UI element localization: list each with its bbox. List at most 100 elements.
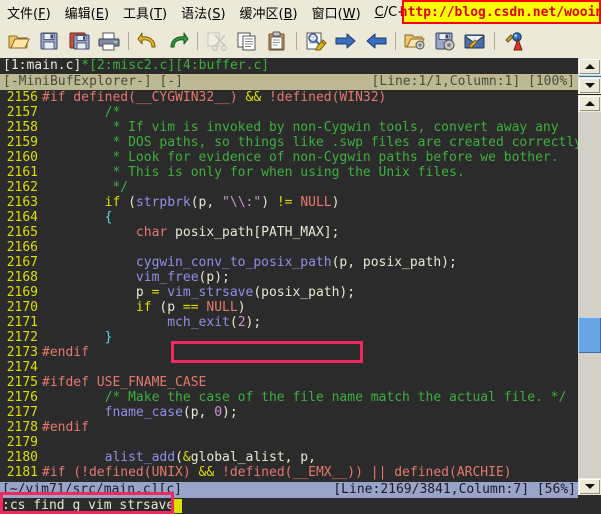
line-text: /*: [42, 105, 578, 120]
code-line[interactable]: 2177 fname_case(p, 0);: [0, 405, 578, 420]
toolbar-separator: [292, 26, 301, 56]
line-text: #ifdef USE_FNAME_CASE: [42, 375, 578, 390]
code-line[interactable]: 2163 if (strpbrk(p, "\\:") != NULL): [0, 195, 578, 210]
minibufexplorer-status-right: [Line:1/1,Column:1] [100%]: [372, 74, 576, 90]
toolbar-button-find-replace[interactable]: [301, 26, 331, 56]
toolbar-button-undo[interactable]: [133, 26, 163, 56]
minibuf-scroll-up-button[interactable]: [578, 58, 601, 75]
line-number: 2165: [0, 225, 42, 240]
menu-label: 缓冲区(B): [240, 7, 298, 22]
toolbar-button-save[interactable]: [34, 26, 64, 56]
main-scroll-down-button[interactable]: [578, 478, 601, 495]
minibuf-item[interactable]: *: [81, 58, 89, 73]
code-line[interactable]: 2162 */: [0, 180, 578, 195]
code-token: );: [246, 315, 262, 330]
code-line[interactable]: 2172 }: [0, 330, 578, 345]
toolbar-button-print[interactable]: [94, 26, 124, 56]
code-token: !=: [277, 195, 293, 210]
menu-label: 窗口(W): [312, 7, 361, 22]
toolbar-button-paste[interactable]: [262, 26, 292, 56]
code-line[interactable]: 2167 cygwin_conv_to_posix_path(p, posix_…: [0, 255, 578, 270]
toolbar-button-copy[interactable]: [232, 26, 262, 56]
code-line[interactable]: 2175#ifdef USE_FNAME_CASE: [0, 375, 578, 390]
code-line[interactable]: 2176 /* Make the case of the file name m…: [0, 390, 578, 405]
line-number: 2169: [0, 285, 42, 300]
minibuf-scroll-down-button[interactable]: [578, 77, 601, 94]
menu-label: 编辑(E): [65, 7, 109, 22]
code-line[interactable]: 2174: [0, 360, 578, 375]
triangle-down-icon: [585, 83, 595, 88]
minibuf-item[interactable]: [2:misc2.c]: [89, 58, 175, 73]
menu-item-window[interactable]: 窗口(W): [305, 1, 368, 24]
main-scroll-up-button[interactable]: [578, 95, 601, 112]
code-line[interactable]: 2169 p = vim_strsave(posix_path);: [0, 285, 578, 300]
line-text: {: [42, 210, 578, 225]
menu-label: 语法(S): [181, 7, 225, 22]
code-line[interactable]: 2180 alist_add(&global_alist, p,: [0, 450, 578, 465]
code-line[interactable]: 2178#endif: [0, 420, 578, 435]
code-line[interactable]: 2164 {: [0, 210, 578, 225]
code-token: vim_free: [136, 270, 199, 285]
line-text: [42, 240, 578, 255]
line-number: 2176: [0, 390, 42, 405]
code-line[interactable]: 2161 * This is only for when using the U…: [0, 165, 578, 180]
arrow-left-icon: [365, 32, 387, 50]
toolbar: [0, 24, 601, 58]
code-token: NULL: [300, 195, 331, 210]
toolbar-button-load-session[interactable]: [400, 26, 430, 56]
source-code-window[interactable]: 2156#if defined(__CYGWIN32__) && !define…: [0, 90, 578, 482]
menu-label: 工具(T): [123, 7, 167, 22]
code-token: (p,: [191, 195, 222, 210]
vim-command-line[interactable]: :cs find g vim_strsave: [0, 498, 578, 514]
line-text: fname_case(p, 0);: [42, 405, 578, 420]
code-line[interactable]: 2156#if defined(__CYGWIN32__) && !define…: [0, 90, 578, 105]
menu-item-tools[interactable]: 工具(T): [116, 1, 174, 24]
minibuf-item[interactable]: [4:buffer.c]: [175, 58, 269, 73]
toolbar-button-arrow-left[interactable]: [361, 26, 391, 56]
code-line[interactable]: 2159 * DOS paths, so things like .swp fi…: [0, 135, 578, 150]
code-token: if: [105, 195, 121, 210]
main-scroll-track[interactable]: [578, 112, 601, 478]
code-line[interactable]: 2179: [0, 435, 578, 450]
main-scroll-thumb[interactable]: [578, 317, 601, 353]
menu-item-syntax[interactable]: 语法(S): [174, 1, 232, 24]
code-line[interactable]: 2158 * If vim is invoked by non-Cygwin t…: [0, 120, 578, 135]
code-token: #if (!defined(UNIX): [42, 465, 199, 480]
menu-item-edit[interactable]: 编辑(E): [58, 1, 116, 24]
line-text: #endif: [42, 345, 578, 360]
minibufexplorer-buffer-list[interactable]: [1:main.c]*[2:misc2.c][4:buffer.c]: [0, 58, 578, 74]
command-line-text: :cs find g vim_strsave: [2, 498, 174, 514]
code-token: char: [136, 225, 167, 240]
toolbar-button-run-script[interactable]: [460, 26, 490, 56]
toolbar-button-make[interactable]: [499, 26, 529, 56]
code-line[interactable]: 2160 * Look for evidence of non-Cygwin p…: [0, 150, 578, 165]
minibuf-item[interactable]: [1:main.c]: [3, 58, 81, 73]
line-text: * This is only for when using the Unix f…: [42, 165, 578, 180]
toolbar-button-open-folder[interactable]: [4, 26, 34, 56]
toolbar-button-save-all[interactable]: [64, 26, 94, 56]
code-line[interactable]: 2166: [0, 240, 578, 255]
code-token: [42, 255, 136, 270]
make-icon: [503, 31, 525, 51]
toolbar-button-save-session[interactable]: [430, 26, 460, 56]
toolbar-button-arrow-right[interactable]: [331, 26, 361, 56]
code-line[interactable]: 2181#if (!defined(UNIX) && !defined(__EM…: [0, 465, 578, 480]
code-line[interactable]: 2173#endif: [0, 345, 578, 360]
code-token: posix_path[PATH_MAX];: [167, 225, 339, 240]
code-line[interactable]: 2165 char posix_path[PATH_MAX];: [0, 225, 578, 240]
menu-item-file[interactable]: 文件(F): [0, 1, 58, 24]
code-line[interactable]: 2157 /*: [0, 105, 578, 120]
code-token: &: [183, 450, 191, 465]
line-text: #endif: [42, 420, 578, 435]
line-text: cygwin_conv_to_posix_path(p, posix_path)…: [42, 255, 578, 270]
code-line[interactable]: 2170 if (p == NULL): [0, 300, 578, 315]
menu-item-buffers[interactable]: 缓冲区(B): [233, 1, 305, 24]
status-position: [Line:2169/3841,Column:7] [56%]: [333, 482, 576, 498]
code-token: NULL: [206, 300, 237, 315]
code-line[interactable]: 2171 mch_exit(2);: [0, 315, 578, 330]
toolbar-button-redo[interactable]: [163, 26, 193, 56]
code-line[interactable]: 2168 vim_free(p);: [0, 270, 578, 285]
line-text: * Look for evidence of non-Cygwin paths …: [42, 150, 578, 165]
line-text: [42, 360, 578, 375]
code-token: (: [120, 195, 136, 210]
